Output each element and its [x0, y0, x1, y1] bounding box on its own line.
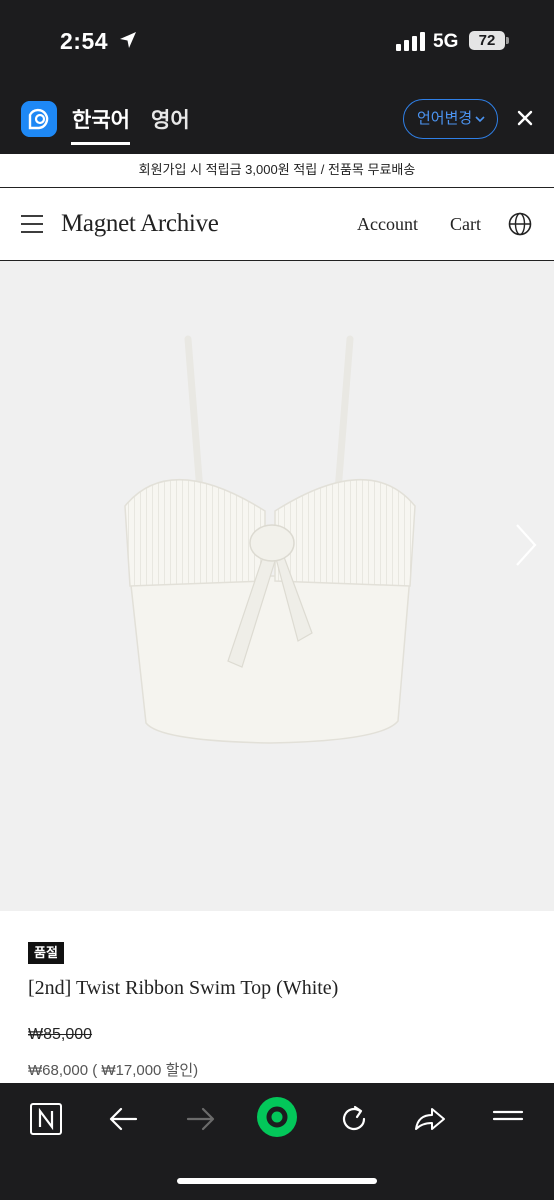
home-indicator[interactable]: [177, 1178, 377, 1184]
cart-link[interactable]: Cart: [450, 214, 481, 235]
change-language-button[interactable]: 언어변경: [403, 99, 498, 139]
tab-english[interactable]: 영어: [151, 104, 190, 134]
reload-icon[interactable]: [336, 1101, 372, 1137]
globe-icon[interactable]: [508, 212, 532, 236]
signal-bars-icon: [396, 32, 425, 51]
translator-logo-icon: [21, 101, 57, 137]
chevron-down-icon: [475, 116, 485, 123]
close-icon[interactable]: [513, 106, 537, 130]
change-language-label: 언어변경: [417, 110, 473, 127]
active-tab-indicator: [71, 142, 130, 145]
site-header: Magnet Archive Account Cart: [0, 188, 554, 261]
product-info: 품절 [2nd] Twist Ribbon Swim Top (White) ₩…: [0, 911, 554, 1083]
soldout-badge: 품절: [28, 942, 64, 964]
back-arrow-icon[interactable]: [106, 1101, 142, 1137]
status-bar: 2:54 5G 72: [0, 0, 554, 82]
next-image-arrow-icon[interactable]: [513, 523, 539, 567]
product-image: [124, 335, 416, 744]
translate-bar: 한국어 영어 언어변경: [0, 82, 554, 154]
tab-korean[interactable]: 한국어: [72, 104, 130, 134]
product-title: [2nd] Twist Ribbon Swim Top (White): [28, 977, 339, 999]
status-time: 2:54: [60, 28, 109, 54]
promo-banner: 회원가입 시 적립금 3,000원 적립 / 전품목 무료배송: [0, 154, 554, 188]
brand-logo[interactable]: Magnet Archive: [61, 210, 219, 238]
network-type: 5G: [433, 31, 459, 52]
hamburger-menu-icon[interactable]: [21, 214, 43, 234]
hamburger-menu-icon[interactable]: [490, 1101, 526, 1137]
green-circle-icon[interactable]: [256, 1096, 298, 1138]
product-gallery[interactable]: [0, 261, 554, 911]
forward-arrow-icon[interactable]: [182, 1101, 218, 1137]
location-arrow-icon: [120, 32, 136, 48]
account-link[interactable]: Account: [357, 214, 418, 235]
share-icon[interactable]: [412, 1101, 448, 1137]
battery-indicator: 72: [469, 31, 509, 50]
original-price: ₩85,000: [28, 1026, 93, 1043]
sale-price: ₩68,000 ( ₩17,000 할인): [28, 1062, 199, 1079]
home-n-icon[interactable]: [28, 1101, 64, 1137]
